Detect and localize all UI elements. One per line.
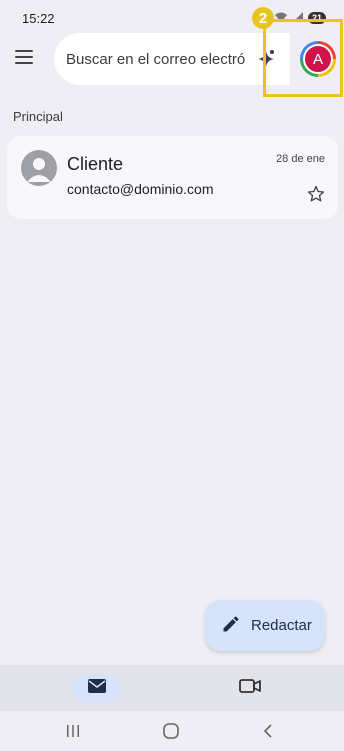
video-icon [239, 678, 261, 699]
nav-meet-tab[interactable] [238, 674, 262, 702]
email-snippet: contacto@dominio.com [67, 181, 214, 197]
home-icon[interactable] [162, 723, 180, 744]
system-navigation-bar [0, 711, 344, 751]
menu-icon-line [15, 56, 33, 58]
nav-mail-tab[interactable] [72, 674, 122, 702]
email-date: 28 de ene [276, 153, 325, 165]
email-sender: Cliente [67, 154, 124, 174]
compose-button[interactable]: Redactar [205, 600, 325, 651]
sender-avatar-icon [21, 150, 57, 186]
star-icon[interactable] [306, 184, 326, 204]
recent-apps-icon[interactable] [65, 723, 81, 744]
search-placeholder: Buscar en el correo electrónico [66, 50, 246, 68]
status-time: 15:22 [22, 10, 55, 26]
mail-icon [87, 678, 107, 699]
pencil-icon [221, 614, 241, 638]
menu-icon-line [15, 50, 33, 52]
bottom-navigation [0, 665, 344, 711]
menu-button[interactable] [12, 45, 36, 69]
email-list-item[interactable]: Cliente contacto@dominio.com 28 de ene [7, 136, 338, 219]
compose-label: Redactar [251, 617, 312, 634]
back-icon[interactable] [262, 723, 274, 744]
search-input[interactable]: Buscar en el correo electrónico [54, 33, 290, 85]
annotation-highlight-box [263, 19, 343, 97]
menu-icon-line [15, 62, 33, 64]
annotation-badge: 2 [252, 7, 274, 29]
section-label: Principal [13, 109, 63, 124]
